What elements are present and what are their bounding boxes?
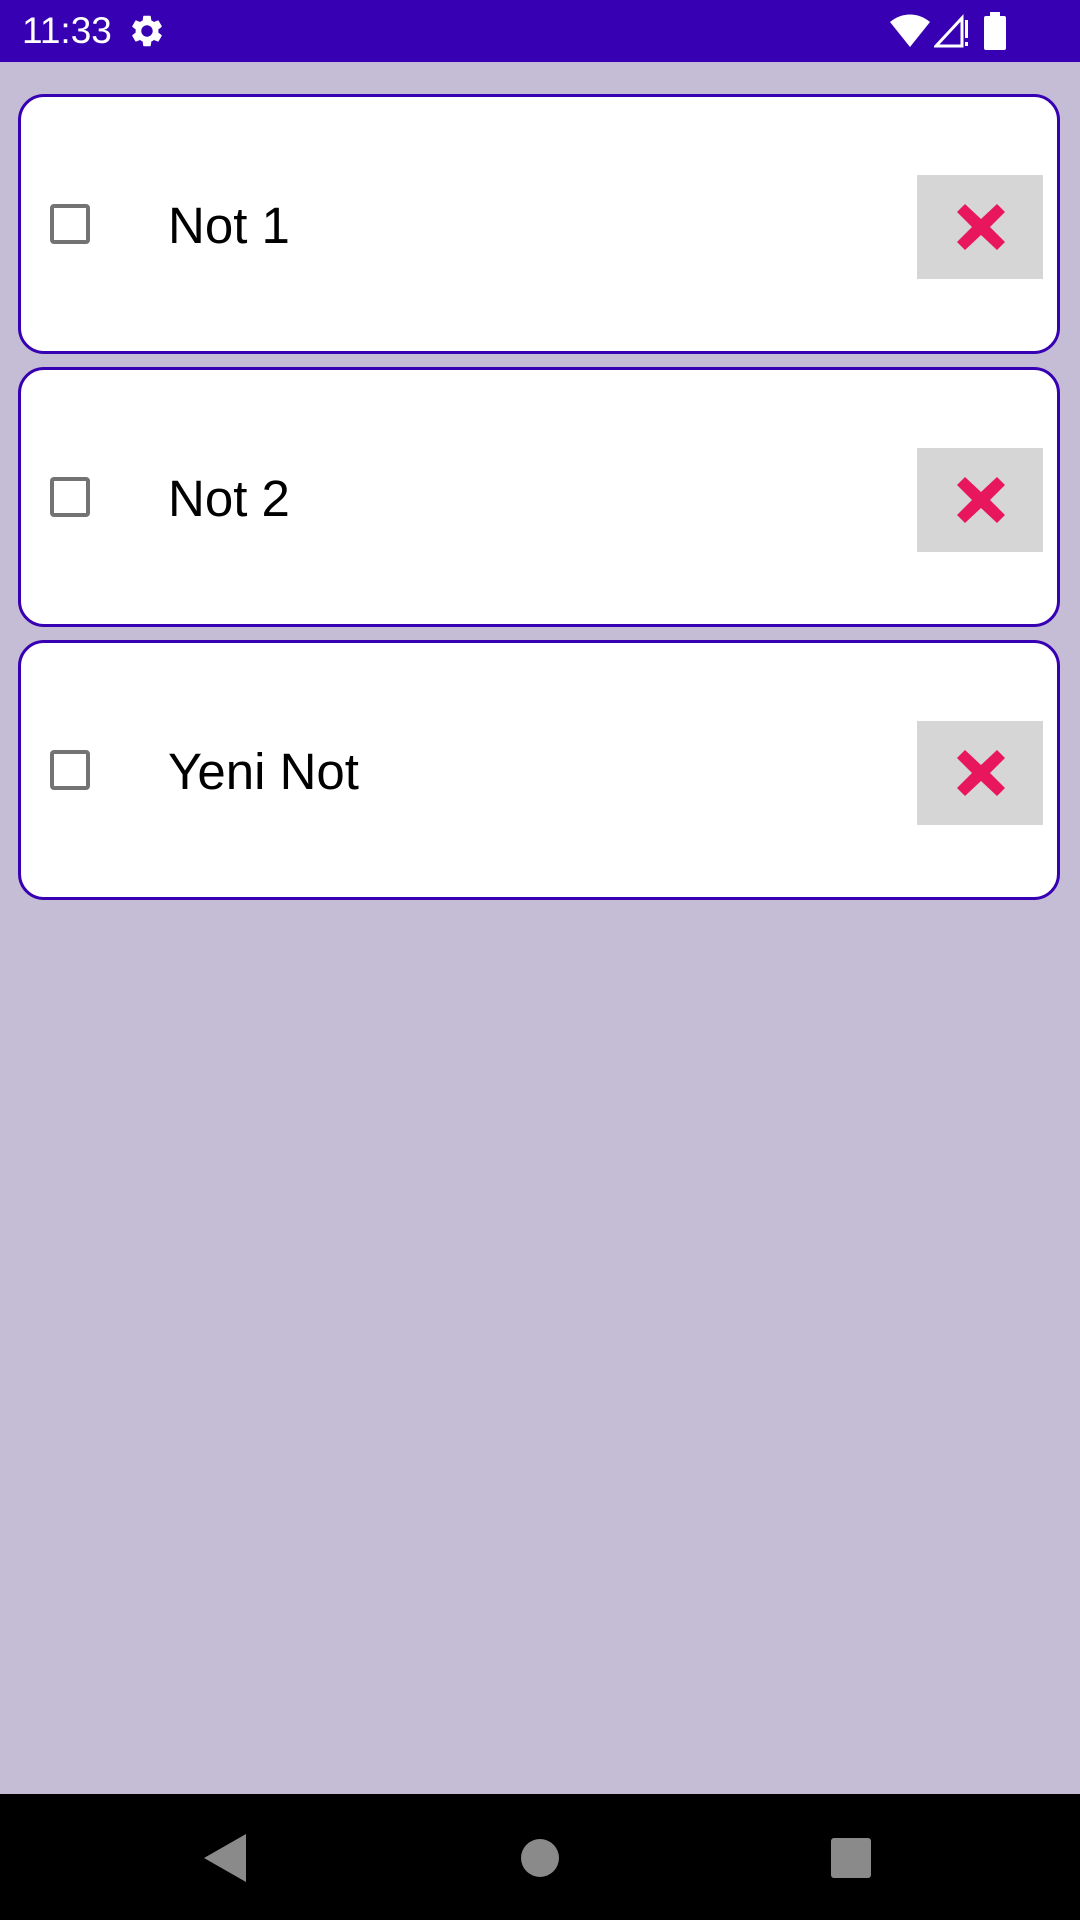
close-icon <box>957 477 1005 523</box>
home-icon[interactable] <box>520 1838 560 1878</box>
status-time: 11:33 <box>22 10 112 51</box>
delete-button[interactable] <box>917 448 1043 552</box>
navigation-bar <box>0 1794 1080 1920</box>
gear-icon <box>132 15 162 47</box>
signal-icon <box>934 14 968 48</box>
note-card[interactable]: Not 2 <box>18 367 1060 627</box>
wifi-icon <box>890 14 930 47</box>
close-icon <box>957 204 1005 250</box>
note-card[interactable]: Yeni Not <box>18 640 1060 900</box>
battery-icon <box>984 12 1006 50</box>
status-bar: 11:33 <box>0 0 1080 62</box>
note-checkbox[interactable] <box>50 750 90 790</box>
recents-icon[interactable] <box>831 1838 871 1878</box>
note-label: Yeni Not <box>168 743 359 800</box>
note-card[interactable]: Not 1 <box>18 94 1060 354</box>
delete-button[interactable] <box>917 721 1043 825</box>
back-icon[interactable] <box>204 1834 246 1882</box>
note-checkbox[interactable] <box>50 204 90 244</box>
note-checkbox[interactable] <box>50 477 90 517</box>
close-icon <box>957 750 1005 796</box>
note-label: Not 1 <box>168 197 290 254</box>
delete-button[interactable] <box>917 175 1043 279</box>
note-label: Not 2 <box>168 470 290 527</box>
